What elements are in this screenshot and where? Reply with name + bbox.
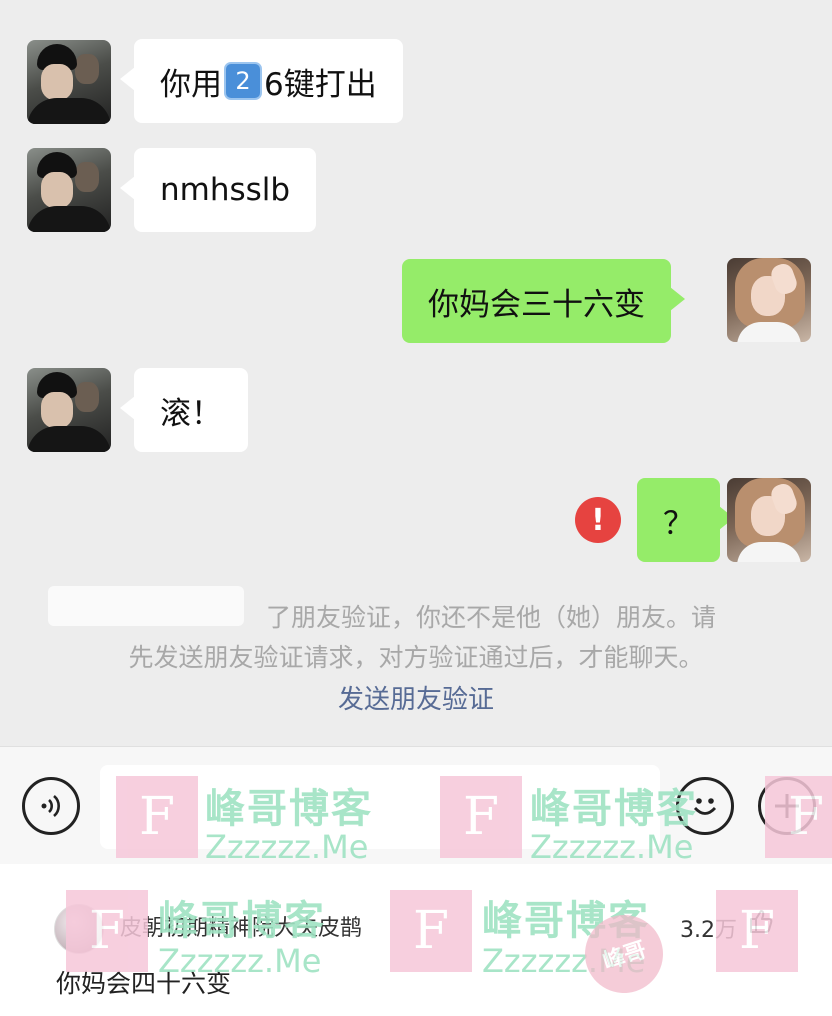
contact-avatar[interactable] [27,368,111,452]
watermark-logo-tile: F [390,890,472,972]
voice-icon[interactable] [22,777,80,835]
watermark-subtitle: Zzzzzz.Me [530,828,694,866]
message-bubble-sent[interactable]: ？ [637,478,734,562]
watermark-subtitle: Zzzzzz.Me [158,942,322,980]
message-bubble-received[interactable]: 滚！ [120,368,248,452]
keycap-2-emoji: 2 [224,62,262,100]
watermark-subtitle: Zzzzzz.Me [205,828,369,866]
friend-verification-notice: 了朋友验证，你还不是他（她）朋友。请 先发送朋友验证请求，对方验证通过后，才能聊… [40,586,792,720]
message-text: ？ [663,505,694,542]
send-failed-icon[interactable]: ! [575,497,621,543]
chat-area[interactable]: 你用 2 6键打出 nmhsslb 你妈会三十六变 滚！ ! ？ 了朋友验证，你… [0,0,832,746]
notice-line-2: 先发送朋友验证请求，对方验证通过后，才能聊天。 [128,643,704,672]
watermark-logo-tile: F [765,776,832,858]
message-text: 6键打出 [264,66,377,103]
message-text: 滚！ [160,395,222,432]
message-text: 你用 [160,66,222,103]
watermark-logo-tile: F [440,776,522,858]
message-text: 你妈会三十六变 [428,286,645,323]
watermark-title: 峰哥博客 [205,786,373,832]
watermark-logo-tile: F [66,890,148,972]
contact-avatar[interactable] [27,148,111,232]
contact-avatar[interactable] [27,40,111,124]
self-avatar[interactable] [727,478,811,562]
message-bubble-received[interactable]: nmhsslb [119,148,317,232]
self-avatar[interactable] [727,258,811,342]
watermark-logo-tile: F [716,890,798,972]
watermark-title: 峰哥博客 [530,786,698,832]
message-text: nmhsslb [160,172,291,208]
watermark-title: 峰哥博客 [158,898,326,944]
watermark-logo-tile: F [116,776,198,858]
send-verification-link[interactable]: 发送朋友验证 [40,680,792,720]
redacted-name-block [48,586,244,626]
message-bubble-sent[interactable]: 你妈会三十六变 [402,259,685,343]
message-bubble-received[interactable]: 你用 2 6键打出 [120,39,403,123]
